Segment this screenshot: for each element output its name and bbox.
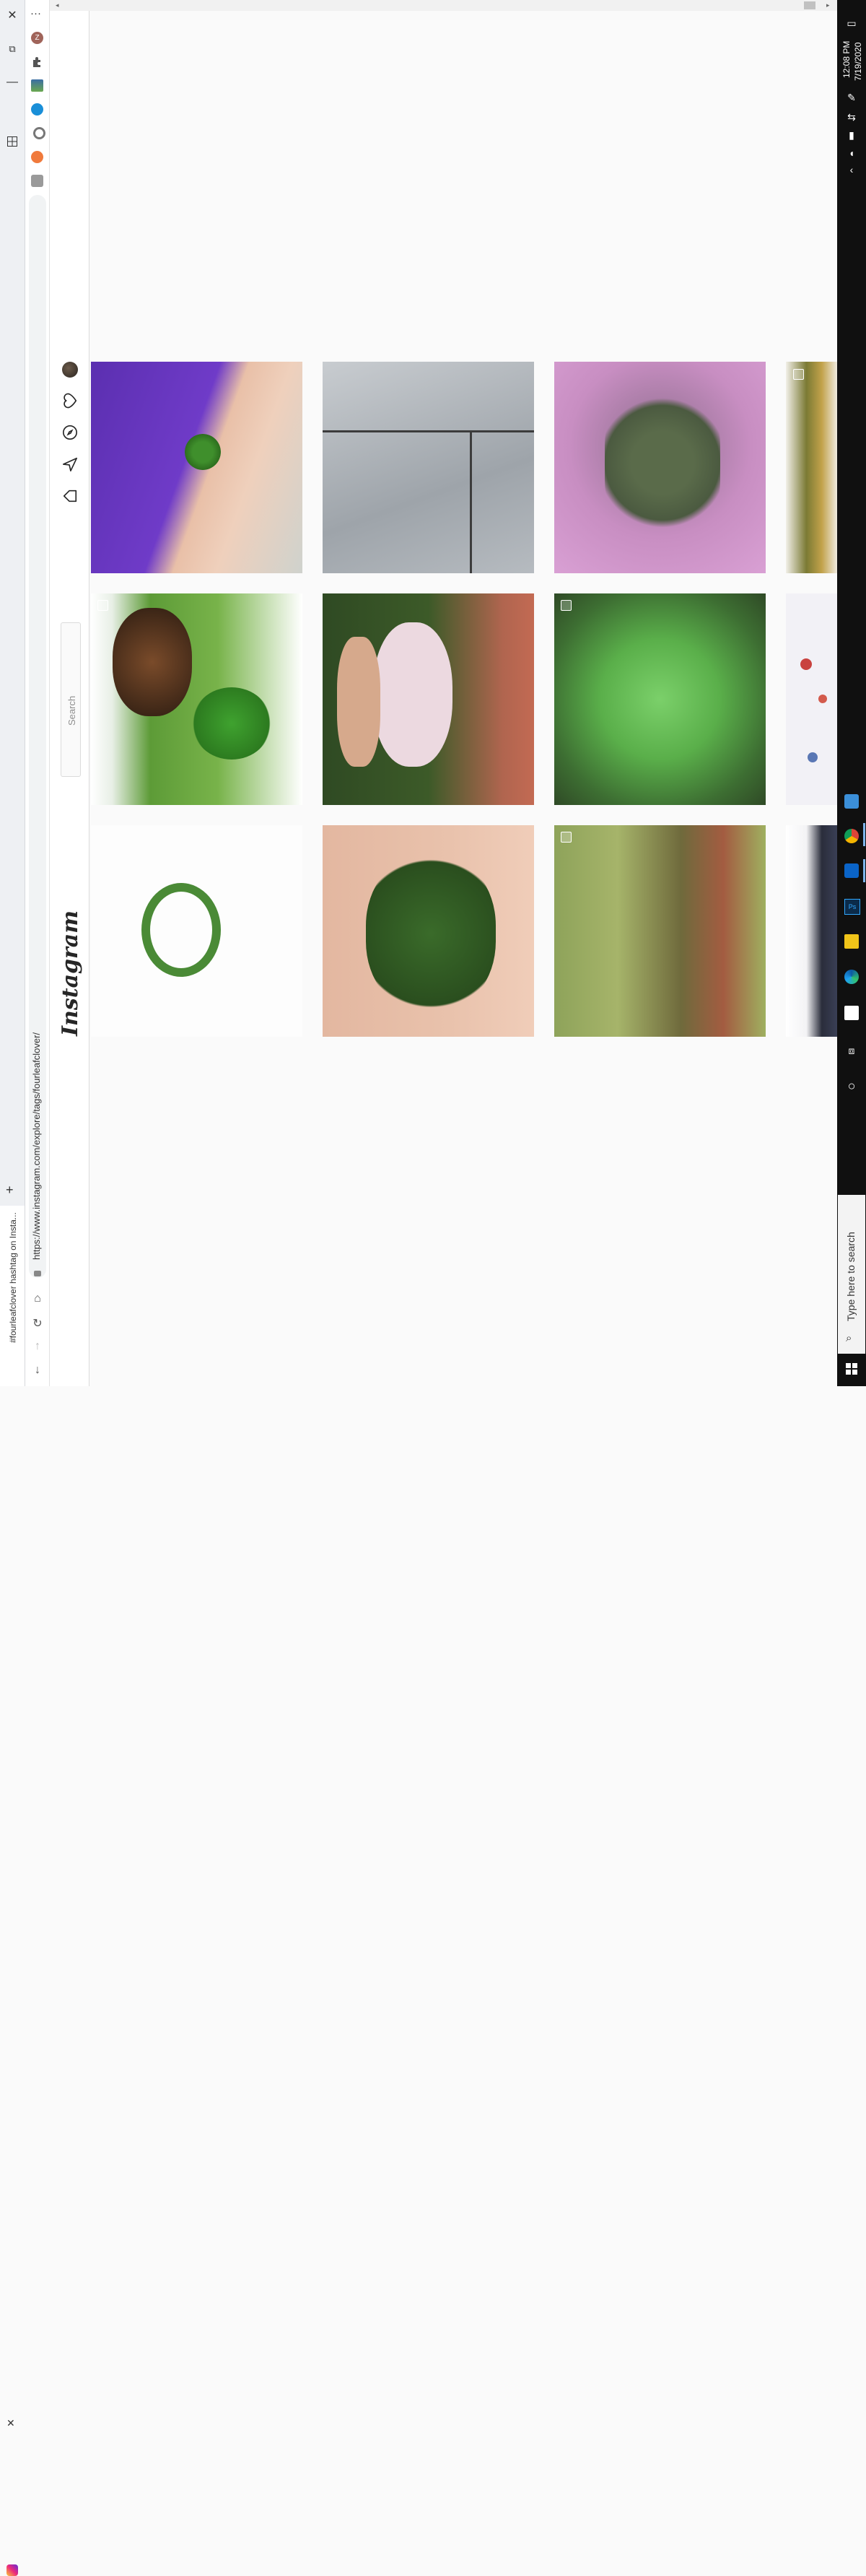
- minimize-window-icon[interactable]: —: [4, 74, 21, 91]
- show-hidden-icons-icon[interactable]: ‹: [844, 162, 859, 177]
- post-tile[interactable]: [554, 593, 766, 805]
- chrome-icon[interactable]: [844, 829, 859, 843]
- cortana-icon[interactable]: ○: [844, 1079, 859, 1093]
- post-tile[interactable]: [554, 825, 766, 1037]
- profile-avatar[interactable]: [62, 362, 78, 378]
- post-tile[interactable]: [786, 593, 837, 805]
- flower-pattern: [808, 752, 818, 762]
- tile-grout-line: [470, 432, 472, 573]
- instagram-logo[interactable]: Instagram: [58, 910, 83, 1036]
- post-tile[interactable]: [786, 825, 837, 1037]
- clover-graphic: [185, 434, 221, 470]
- explore-compass-icon[interactable]: [61, 423, 79, 442]
- instagram-favicon-icon: [6, 2564, 18, 2576]
- new-tab-button[interactable]: +: [6, 1183, 14, 1198]
- restore-window-icon[interactable]: ⧉: [4, 40, 21, 58]
- post-tile[interactable]: [323, 825, 534, 1037]
- clover-graphic: [366, 854, 496, 1013]
- clover-graphic: [605, 376, 720, 549]
- multi-post-icon: [561, 832, 572, 843]
- scroll-right-arrow-icon[interactable]: ▸: [826, 1, 830, 9]
- file-explorer-icon[interactable]: [844, 934, 859, 949]
- tab-close-icon[interactable]: ✕: [6, 2417, 15, 2429]
- face-mask-graphic: [373, 622, 452, 767]
- post-tile[interactable]: [91, 593, 302, 805]
- battery-icon[interactable]: ▮: [844, 128, 859, 142]
- clock-time[interactable]: 12:08 PM: [841, 41, 852, 78]
- reload-icon[interactable]: ↻: [31, 1316, 44, 1330]
- tab-title: #fourleafclover hashtag on Insta...: [8, 1212, 18, 1343]
- close-window-icon[interactable]: ✕: [4, 7, 21, 25]
- post-tile[interactable]: [323, 593, 534, 805]
- extension-chart-icon[interactable]: [31, 79, 43, 92]
- network-icon[interactable]: ⇆: [844, 110, 859, 124]
- dog-graphic: [113, 608, 192, 716]
- scrollbar-thumb[interactable]: [804, 1, 815, 9]
- multi-post-icon: [97, 600, 108, 611]
- extension-grey-icon[interactable]: [31, 175, 43, 187]
- clover-graphic: [192, 687, 271, 760]
- active-app-indicator: [863, 823, 865, 846]
- lock-icon: [34, 1271, 41, 1276]
- post-tile[interactable]: [323, 362, 534, 573]
- browser-tab-strip: ✕ ⧉ — + ✕ #fourleafclover hashtag on Ins…: [0, 0, 25, 2576]
- multi-post-icon: [561, 600, 572, 611]
- volume-icon[interactable]: ◖: [844, 146, 859, 160]
- forward-arrow-icon[interactable]: ↑: [31, 1340, 44, 1353]
- flower-pattern: [800, 658, 812, 670]
- outlook-icon[interactable]: [844, 863, 859, 878]
- pen-icon[interactable]: ✎: [844, 90, 859, 105]
- flower-pattern: [818, 695, 827, 703]
- extension-ring-icon[interactable]: [33, 127, 45, 139]
- start-windows-icon[interactable]: [844, 1362, 859, 1376]
- extension-blue-icon[interactable]: [31, 103, 43, 116]
- active-app-indicator: [863, 859, 865, 882]
- tab-actions-icon[interactable]: [4, 136, 21, 153]
- home-icon[interactable]: [61, 487, 79, 505]
- edge-icon[interactable]: [844, 970, 859, 984]
- horizontal-scrollbar[interactable]: ◂ ▸: [50, 0, 838, 11]
- post-tile[interactable]: [786, 362, 837, 573]
- windows-taskbar: ▭ ✎ ⇆ ▮ ◖ ‹ Ps ⧈ ○: [837, 0, 866, 1386]
- taskbar-search-placeholder: Type here to search: [845, 1232, 857, 1321]
- photoshop-icon[interactable]: Ps: [844, 899, 860, 915]
- scroll-left-arrow-icon[interactable]: ◂: [56, 1, 59, 9]
- post-tile[interactable]: [91, 362, 302, 573]
- home-nav-icon[interactable]: ⌂: [31, 1292, 44, 1305]
- task-view-icon[interactable]: ⧈: [844, 1043, 859, 1058]
- face-graphic: [337, 637, 380, 767]
- search-icon: ⌕: [846, 1332, 852, 1344]
- clock-date[interactable]: 7/19/2020: [853, 43, 863, 81]
- search-placeholder: Search: [66, 695, 77, 726]
- direct-message-icon[interactable]: [61, 455, 79, 474]
- profile-avatar-icon[interactable]: Z: [31, 32, 43, 44]
- url-text: https://www.instagram.com/explore/tags/f…: [31, 1032, 42, 1260]
- browser-menu-icon[interactable]: ···: [30, 7, 41, 19]
- back-arrow-icon[interactable]: ↓: [31, 1364, 44, 1377]
- multi-post-icon: [793, 369, 804, 380]
- extension-orange-icon[interactable]: [31, 151, 43, 163]
- extensions-puzzle-icon[interactable]: [31, 56, 43, 68]
- post-tile[interactable]: [91, 825, 302, 1037]
- clover-wreath-graphic: [141, 883, 221, 977]
- tile-grout-line: [323, 430, 534, 432]
- taskbar-app-icon[interactable]: [844, 794, 859, 809]
- post-tile[interactable]: [554, 362, 766, 573]
- activity-heart-icon[interactable]: [61, 391, 79, 410]
- notification-center-icon[interactable]: ▭: [844, 16, 859, 30]
- store-icon[interactable]: [844, 1006, 859, 1020]
